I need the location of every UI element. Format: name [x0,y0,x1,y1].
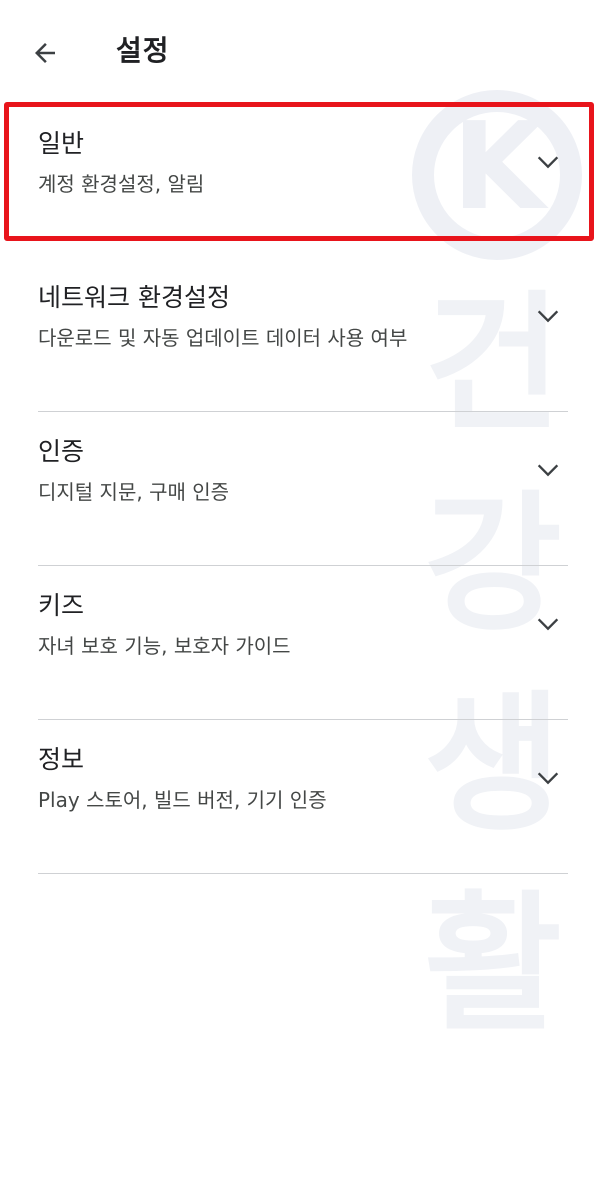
settings-item-subtitle: Play 스토어, 빌드 버전, 기기 인증 [38,788,327,812]
settings-item-title: 키즈 [38,591,85,620]
app-bar: 설정 [0,0,606,104]
settings-item-subtitle: 자녀 보호 기능, 보호자 가이드 [38,634,291,658]
chevron-down-icon[interactable] [534,610,562,638]
divider [38,873,568,874]
settings-item-network[interactable]: 네트워크 환경설정 다운로드 및 자동 업데이트 데이터 사용 여부 [0,258,606,412]
settings-item-subtitle: 디지털 지문, 구매 인증 [38,480,230,504]
back-button[interactable] [24,32,66,74]
settings-list: 일반 계정 환경설정, 알림 네트워크 환경설정 다운로드 및 자동 업데이트 … [0,104,606,874]
page-title: 설정 [116,34,170,67]
settings-item-title: 일반 [38,129,85,158]
settings-item-title: 인증 [38,437,85,466]
settings-item-about[interactable]: 정보 Play 스토어, 빌드 버전, 기기 인증 [0,720,606,874]
chevron-down-icon[interactable] [534,148,562,176]
settings-item-subtitle: 다운로드 및 자동 업데이트 데이터 사용 여부 [38,326,408,350]
settings-item-auth[interactable]: 인증 디지털 지문, 구매 인증 [0,412,606,566]
settings-item-subtitle: 계정 환경설정, 알림 [38,172,205,196]
watermark-char: 활 [424,878,563,1052]
settings-item-title: 정보 [38,745,85,774]
arrow-left-icon [35,43,55,63]
settings-item-kids[interactable]: 키즈 자녀 보호 기능, 보호자 가이드 [0,566,606,720]
settings-item-title: 네트워크 환경설정 [38,283,230,312]
chevron-down-icon[interactable] [534,302,562,330]
settings-item-general[interactable]: 일반 계정 환경설정, 알림 [0,104,606,258]
chevron-down-icon[interactable] [534,764,562,792]
chevron-down-icon[interactable] [534,456,562,484]
